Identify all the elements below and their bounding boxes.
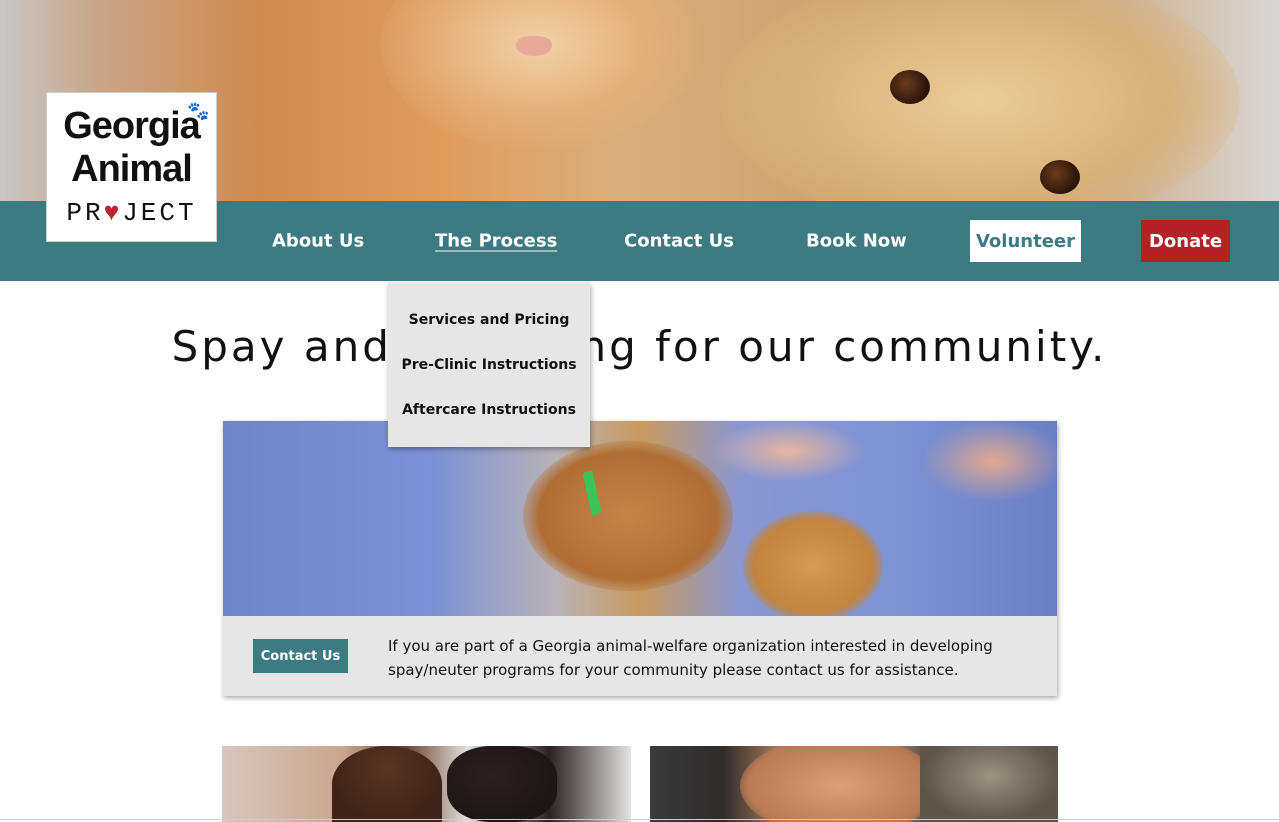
photo-detail bbox=[332, 746, 442, 822]
divider bbox=[0, 819, 1279, 820]
nav-book-now[interactable]: Book Now bbox=[806, 231, 907, 252]
dog-eye-left bbox=[890, 70, 930, 104]
nav-contact-us[interactable]: Contact Us bbox=[624, 231, 734, 252]
nav-about-us[interactable]: About Us bbox=[272, 231, 364, 252]
photo-dog bbox=[523, 441, 733, 591]
logo-line-2: Animal bbox=[71, 148, 193, 190]
photo-detail bbox=[713, 421, 863, 481]
paw-icon: 🐾 bbox=[187, 101, 210, 122]
photo-detail bbox=[740, 746, 940, 822]
donate-button[interactable]: Donate bbox=[1141, 220, 1230, 262]
logo-line-3: PR♥JECT bbox=[66, 198, 197, 228]
process-dropdown-menu: Services and Pricing Pre-Clinic Instruct… bbox=[388, 283, 590, 447]
volunteer-dog-photo bbox=[222, 746, 631, 822]
contact-us-button[interactable]: Contact Us bbox=[253, 639, 348, 673]
vet-clinic-photo bbox=[223, 421, 1057, 616]
cat-face bbox=[380, 0, 700, 150]
page-headline: Spay and neutering for our community. bbox=[171, 322, 1108, 371]
photo-dog bbox=[743, 511, 883, 616]
photo-dog bbox=[447, 746, 557, 822]
dropdown-item-aftercare[interactable]: Aftercare Instructions bbox=[388, 402, 590, 418]
dog-head bbox=[720, 0, 1240, 201]
cat-nose bbox=[516, 36, 552, 56]
dropdown-item-services-pricing[interactable]: Services and Pricing bbox=[388, 312, 590, 328]
photo-cat bbox=[920, 746, 1058, 822]
volunteer-button[interactable]: Volunteer bbox=[970, 220, 1081, 262]
nav-the-process[interactable]: The Process bbox=[435, 231, 557, 252]
dog-eye-right bbox=[1040, 160, 1080, 194]
card-description: If you are part of a Georgia animal-welf… bbox=[388, 637, 993, 679]
logo[interactable]: Georgia Animal 🐾 PR♥JECT bbox=[46, 92, 217, 242]
dropdown-item-pre-clinic[interactable]: Pre-Clinic Instructions bbox=[388, 357, 590, 373]
heart-icon: ♥ bbox=[103, 198, 123, 228]
community-card: Contact Us If you are part of a Georgia … bbox=[223, 421, 1057, 696]
man-with-cat-photo bbox=[650, 746, 1058, 822]
photo-detail bbox=[923, 421, 1057, 501]
